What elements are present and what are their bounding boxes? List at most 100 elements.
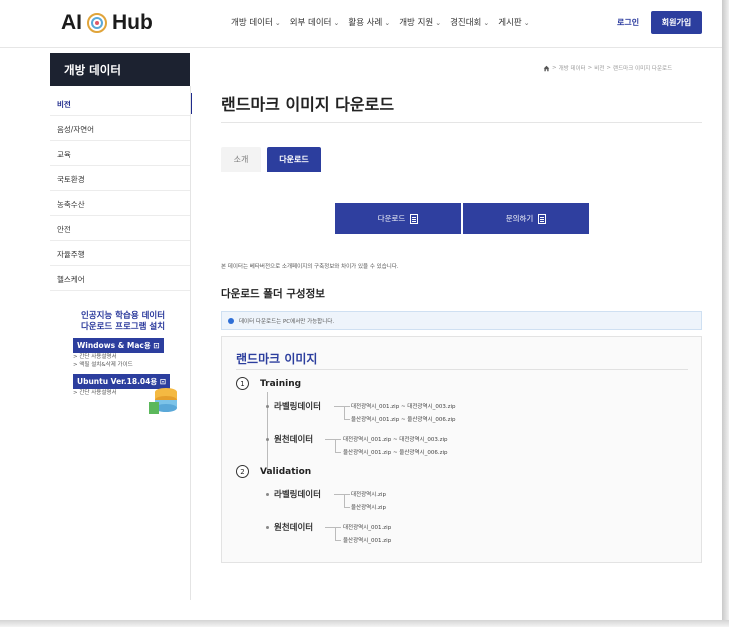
tree-connector (344, 419, 350, 420)
tree-connector (344, 494, 345, 508)
mac-install-guide-link[interactable]: > 액필 설치&삭제 가이드 (73, 361, 183, 369)
file-range: 대전광역시_001.zip ~ 대전광역시_003.zip (343, 437, 448, 443)
tree-connector (335, 452, 341, 453)
sidebar-item-safety[interactable]: 안전 (50, 216, 190, 241)
file-name: 울산광역시_001.zip (343, 538, 392, 544)
home-icon[interactable] (543, 65, 550, 72)
download-program-promo: 인공지능 학습용 데이터 다운로드 프로그램 설치 Windows & Mac용… (73, 311, 183, 423)
sidebar-menu: 비전 음성/자연어 교육 국토환경 농축수산 안전 자율주행 헬스케어 (50, 91, 192, 291)
nav-use-cases[interactable]: 활용 사례 ⌄ (348, 16, 390, 28)
sidebar-item-speech-nlp[interactable]: 음성/자연어 (50, 116, 190, 141)
tab-intro[interactable]: 소개 (221, 147, 261, 172)
tree-connector (334, 406, 344, 407)
chevron-down-icon: ⌄ (384, 19, 391, 27)
title-divider (221, 122, 702, 123)
page-frame: AI Hub 개방 데이터 ⌄ 외부 데이터 ⌄ 활용 사례 ⌄ 개방 지원 ⌄ 경진대… (0, 0, 722, 627)
tree-node (266, 405, 269, 408)
brain-icon (87, 13, 107, 33)
folder-structure-box: 랜드마크 이미지 1 Training 라벨링데이터 대전광역시_001.zip… (221, 336, 702, 563)
promo-title: 인공지능 학습용 데이터 다운로드 프로그램 설치 (73, 311, 173, 333)
tree-connector (325, 527, 335, 528)
main-nav: 개방 데이터 ⌄ 외부 데이터 ⌄ 활용 사례 ⌄ 개방 지원 ⌄ 경진대회 ⌄ 게시판 ⌄ (231, 16, 530, 28)
document-icon (538, 213, 547, 224)
login-link[interactable]: 로그인 (617, 17, 639, 28)
tree-connector (325, 439, 335, 440)
tree-connector (335, 527, 336, 541)
tree-connector (335, 527, 341, 528)
file-range: 대전광역시_001.zip ~ 대전광역시_003.zip (351, 404, 456, 410)
top-header: AI Hub 개방 데이터 ⌄ 외부 데이터 ⌄ 활용 사례 ⌄ 개방 지원 ⌄ 경진대… (0, 0, 722, 48)
sidebar-heading: 개방 데이터 (50, 53, 190, 86)
tree-line (267, 392, 268, 472)
sidebar-item-vision[interactable]: 비전 (50, 91, 192, 116)
chevron-down-icon: ⌄ (523, 19, 530, 27)
folder-label-raw: 원천데이터 (274, 523, 314, 533)
file-name: 대전광역시.zip (351, 492, 386, 498)
sidebar-item-healthcare[interactable]: 헬스케어 (50, 266, 190, 291)
mac-manual-link[interactable]: > 간단 사용설명서 (73, 353, 183, 361)
signup-button[interactable]: 회원가입 (651, 11, 702, 34)
inquiry-button-label: 문의하기 (505, 214, 534, 223)
chevron-down-icon: ⌄ (333, 19, 340, 27)
window-edge-shadow (722, 0, 729, 627)
tree-connector (335, 439, 341, 440)
nav-label: 경진대회 (450, 18, 482, 28)
folder-section-title: 다운로드 폴더 구성정보 (221, 288, 325, 300)
sidebar-item-autonomous[interactable]: 자율주행 (50, 241, 190, 266)
page-title: 랜드마크 이미지 다운로드 (221, 95, 395, 114)
folder-structure-title: 랜드마크 이미지 (236, 352, 318, 366)
windows-mac-download-button[interactable]: Windows & Mac용 ⊡ (73, 338, 164, 353)
info-icon (228, 317, 234, 324)
file-range: 울산광역시_001.zip ~ 울산광역시_006.zip (343, 450, 448, 456)
folder-label-raw: 원천데이터 (274, 435, 314, 445)
nav-label: 게시판 (498, 18, 522, 28)
nav-contest[interactable]: 경진대회 ⌄ (450, 16, 489, 28)
file-range: 울산광역시_001.zip ~ 울산광역시_006.zip (351, 417, 456, 423)
split-name-validation: Validation (260, 467, 312, 477)
nav-board[interactable]: 게시판 ⌄ (498, 16, 529, 28)
breadcrumb-separator: > (606, 65, 612, 71)
tab-download[interactable]: 다운로드 (267, 147, 321, 172)
logo-text-ai: AI (61, 11, 82, 34)
split-number: 2 (236, 465, 249, 478)
sidebar-item-education[interactable]: 교육 (50, 141, 190, 166)
folder-label-labeling: 라벨링데이터 (274, 490, 321, 500)
document-icon (410, 213, 419, 224)
split-name-training: Training (260, 379, 302, 389)
chevron-down-icon: ⌄ (274, 19, 281, 27)
nav-support[interactable]: 개방 지원 ⌄ (399, 16, 441, 28)
file-name: 울산광역시.zip (351, 505, 386, 511)
breadcrumb-item-current: 랜드마크 이미지 다운로드 (613, 66, 673, 72)
nav-label: 개방 지원 (399, 18, 434, 28)
tree-connector (334, 494, 344, 495)
tree-connector (344, 507, 350, 508)
aihub-logo[interactable]: AI Hub (61, 11, 153, 35)
chevron-down-icon: ⌄ (483, 19, 490, 27)
inquiry-button[interactable]: 문의하기 (463, 203, 589, 234)
download-button-label: 다운로드 (377, 214, 406, 223)
logo-text-hub: Hub (112, 11, 153, 34)
sidebar-item-agri[interactable]: 농축수산 (50, 191, 190, 216)
tree-connector (344, 406, 345, 420)
tree-node (266, 493, 269, 496)
promo-title-line: 다운로드 프로그램 설치 (80, 322, 166, 332)
breadcrumb-item[interactable]: 비전 (594, 64, 604, 72)
breadcrumb-separator: > (552, 65, 557, 71)
split-number: 1 (236, 377, 249, 390)
folder-label-labeling: 라벨링데이터 (274, 402, 321, 412)
tree-node (266, 438, 269, 441)
tree-connector (344, 494, 350, 495)
tree-node (266, 526, 269, 529)
chevron-down-icon: ⌄ (435, 19, 442, 27)
breadcrumb-separator: > (587, 65, 593, 71)
download-button[interactable]: 다운로드 (335, 203, 461, 234)
file-name: 대전광역시_001.zip (343, 525, 392, 531)
nav-open-data[interactable]: 개방 데이터 ⌄ (231, 16, 281, 28)
sidebar-item-land-env[interactable]: 국토환경 (50, 166, 190, 191)
nav-label: 외부 데이터 (289, 18, 332, 28)
window-edge-shadow (0, 620, 729, 627)
nav-external-data[interactable]: 외부 데이터 ⌄ (290, 16, 340, 28)
tree-connector (344, 406, 350, 407)
folder-title-divider (236, 369, 688, 370)
breadcrumb-item[interactable]: 개방 데이터 (559, 64, 586, 72)
